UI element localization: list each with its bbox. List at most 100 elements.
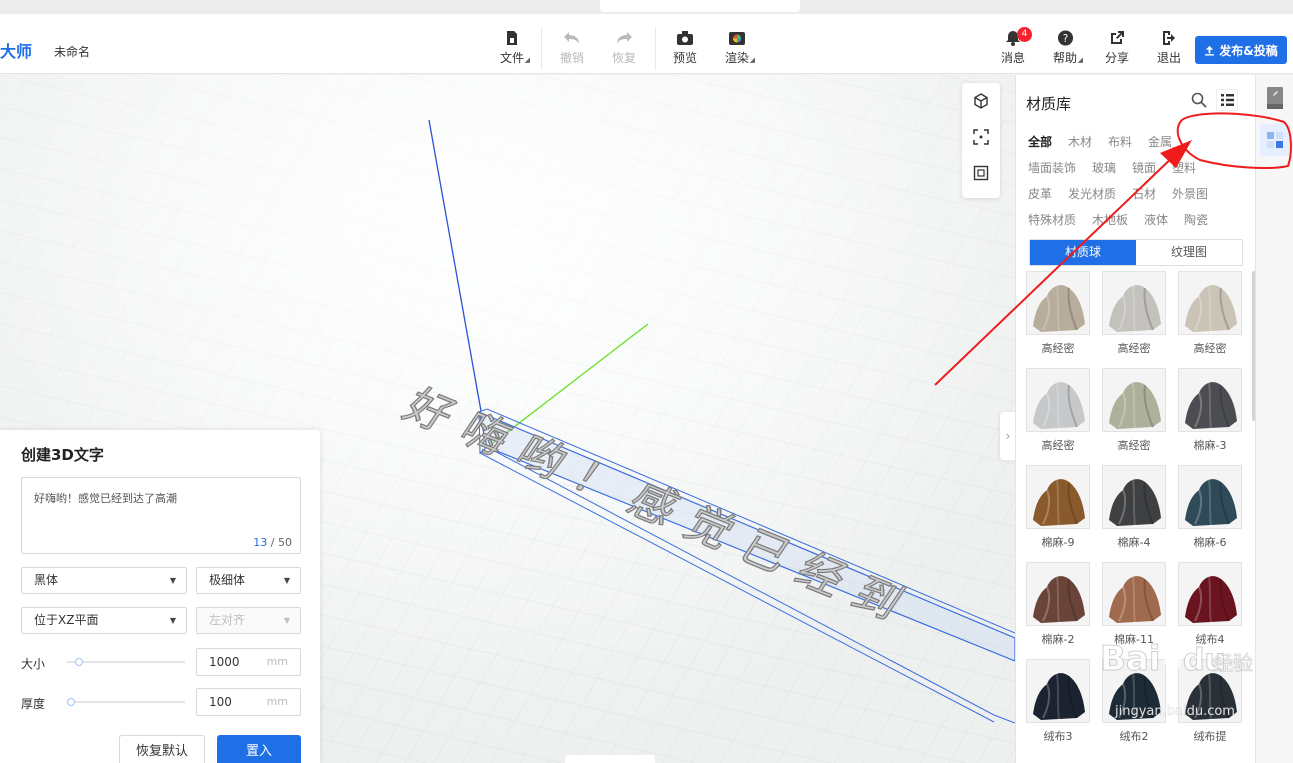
- caret-down-icon: ▼: [283, 576, 290, 585]
- thickness-input[interactable]: 100 mm: [196, 688, 301, 716]
- material-category-item[interactable]: 石材: [1132, 185, 1156, 202]
- search-icon[interactable]: [1191, 92, 1207, 108]
- model-library-button[interactable]: [1260, 82, 1290, 114]
- app-brand[interactable]: 大师: [0, 38, 32, 62]
- share-button[interactable]: 分享: [1097, 30, 1137, 66]
- dropdown-corner-icon: ◢: [524, 56, 530, 64]
- material-thumbnail: [1026, 465, 1090, 529]
- material-category-item[interactable]: 外景图: [1172, 185, 1208, 202]
- material-item[interactable]: 高经密: [1026, 271, 1090, 356]
- material-category-item[interactable]: 墙面装饰: [1028, 159, 1076, 176]
- view-3d-button[interactable]: [962, 83, 1000, 119]
- material-item[interactable]: 高经密: [1178, 271, 1242, 356]
- logout-button[interactable]: 退出: [1149, 30, 1189, 66]
- material-name: 高经密: [1117, 439, 1151, 452]
- list-view-button[interactable]: [1216, 89, 1238, 111]
- material-category-item[interactable]: 镜面: [1132, 159, 1156, 176]
- material-item[interactable]: 棉麻-4: [1102, 465, 1166, 550]
- watermark-site: 经验: [1213, 651, 1253, 675]
- upload-icon: [1205, 45, 1215, 56]
- file-menu-button[interactable]: 文件 ◢: [492, 30, 532, 66]
- align-select[interactable]: 左对齐 ▼: [196, 607, 301, 634]
- place-button[interactable]: 置入: [217, 735, 301, 763]
- tab-material-ball[interactable]: 材质球: [1030, 240, 1136, 265]
- material-category-item[interactable]: 皮革: [1028, 185, 1052, 202]
- thickness-label: 厚度: [21, 697, 46, 711]
- frame-view-button[interactable]: [962, 155, 1000, 191]
- render-label: 渲染: [724, 51, 749, 65]
- material-category-item[interactable]: 金属: [1148, 133, 1172, 150]
- material-view-tabs: 材质球 纹理图: [1029, 239, 1243, 266]
- size-slider-handle[interactable]: [74, 658, 83, 666]
- thickness-slider-handle[interactable]: [66, 698, 75, 706]
- material-category-item[interactable]: 发光材质: [1068, 185, 1116, 202]
- material-name: 绒布3: [1043, 730, 1073, 743]
- browser-active-tab[interactable]: [600, 0, 800, 12]
- align-value: 左对齐: [209, 613, 246, 627]
- logout-label: 退出: [1156, 51, 1181, 65]
- material-item[interactable]: 高经密: [1102, 271, 1166, 356]
- toolbar-divider: [655, 28, 656, 70]
- material-category-item[interactable]: 液体: [1144, 211, 1168, 228]
- document-name[interactable]: 未命名: [54, 43, 90, 60]
- redo-icon: [617, 32, 632, 44]
- cloth-swatch-icon: [1103, 466, 1165, 528]
- material-library-title: 材质库: [1026, 95, 1072, 113]
- undo-button[interactable]: 撤销: [552, 30, 592, 66]
- preview-button[interactable]: 预览: [665, 30, 705, 66]
- font-weight-select[interactable]: 极细体 ▼: [196, 567, 301, 594]
- share-label: 分享: [1104, 51, 1129, 65]
- help-label: 帮助: [1052, 51, 1077, 65]
- material-thumbnail: [1178, 368, 1242, 432]
- collapse-panel-button[interactable]: ›: [1000, 412, 1016, 460]
- font-family-select[interactable]: 黑体 ▼: [21, 567, 187, 594]
- publish-button[interactable]: 发布&投稿: [1195, 36, 1287, 64]
- text-content-input[interactable]: 好嗨哟！感觉已经到达了高潮 13 / 50: [21, 477, 301, 554]
- watermark-url: jingyan.baidu.com: [1114, 704, 1235, 719]
- caret-down-icon: ▼: [169, 576, 176, 585]
- material-category-item[interactable]: 塑料: [1172, 159, 1196, 176]
- cloth-swatch-icon: [1027, 563, 1089, 625]
- font-family-value: 黑体: [34, 573, 59, 587]
- material-category-item[interactable]: 木材: [1068, 133, 1092, 150]
- redo-label: 恢复: [611, 51, 636, 65]
- dropdown-corner-icon: ◢: [1077, 56, 1083, 64]
- notification-button[interactable]: 4 消息: [993, 27, 1033, 66]
- reset-default-button[interactable]: 恢复默认: [119, 735, 205, 763]
- material-thumbnail: [1102, 271, 1166, 335]
- material-category-item[interactable]: 特殊材质: [1028, 211, 1076, 228]
- svg-text:?: ?: [1062, 33, 1068, 45]
- material-item[interactable]: 棉麻-9: [1026, 465, 1090, 550]
- material-category-item[interactable]: 玻璃: [1092, 159, 1116, 176]
- bottom-handle[interactable]: [565, 755, 655, 763]
- plane-select[interactable]: 位于XZ平面 ▼: [21, 607, 187, 634]
- cloth-swatch-icon: [1179, 563, 1241, 625]
- list-icon: [1220, 94, 1234, 106]
- material-item[interactable]: 高经密: [1102, 368, 1166, 453]
- material-category-item[interactable]: 布料: [1108, 133, 1132, 150]
- material-category-item[interactable]: 木地板: [1092, 211, 1128, 228]
- render-button[interactable]: 渲染 ◢: [717, 30, 757, 66]
- redo-button[interactable]: 恢复: [604, 30, 644, 66]
- material-name: 棉麻-4: [1117, 536, 1151, 549]
- material-item[interactable]: 棉麻-3: [1178, 368, 1242, 453]
- material-item[interactable]: 高经密: [1026, 368, 1090, 453]
- help-icon: ?: [1057, 30, 1073, 46]
- fit-view-button[interactable]: [962, 119, 1000, 155]
- cloth-swatch-icon: [1027, 369, 1089, 431]
- material-library-button[interactable]: [1260, 124, 1290, 156]
- thickness-slider[interactable]: [66, 698, 185, 706]
- help-button[interactable]: ? 帮助 ◢: [1045, 30, 1085, 66]
- material-item[interactable]: 棉麻-6: [1178, 465, 1242, 550]
- cloth-swatch-icon: [1103, 272, 1165, 334]
- panel-title: 创建3D文字: [21, 446, 104, 464]
- undo-label: 撤销: [559, 51, 584, 65]
- size-slider[interactable]: [67, 658, 185, 666]
- tab-texture-map[interactable]: 纹理图: [1136, 240, 1242, 265]
- material-name: 棉麻-3: [1193, 439, 1227, 452]
- material-thumbnail: [1102, 562, 1166, 626]
- size-input[interactable]: 1000 mm: [196, 648, 301, 676]
- material-category-item[interactable]: 全部: [1028, 133, 1052, 150]
- material-thumbnail: [1102, 465, 1166, 529]
- material-category-item[interactable]: 陶瓷: [1184, 211, 1208, 228]
